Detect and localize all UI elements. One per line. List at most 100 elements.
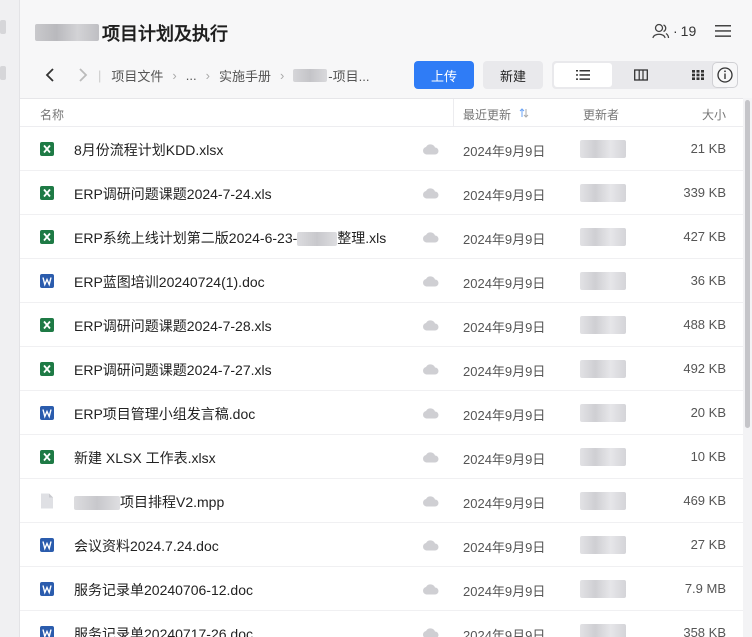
file-name[interactable]: ERP系统上线计划第二版2024-6-23- 整理.xls bbox=[74, 228, 386, 248]
member-separator: · bbox=[673, 23, 678, 39]
file-size: 488 KB bbox=[683, 317, 726, 332]
updater-redacted bbox=[580, 404, 626, 422]
column-view-button[interactable] bbox=[612, 63, 670, 87]
file-name-text: ERP调研问题课题2024-7-27.xls bbox=[74, 362, 272, 378]
chevron-right-icon: › bbox=[279, 68, 285, 83]
file-size: 339 KB bbox=[683, 185, 726, 200]
updater-redacted bbox=[580, 228, 626, 246]
file-name[interactable]: 服务记录单20240706-12.doc bbox=[74, 580, 253, 600]
modified-date: 2024年9月9日 bbox=[463, 320, 546, 335]
modified-date: 2024年9月9日 bbox=[463, 496, 546, 511]
file-row[interactable]: 服务记录单20240706-12.doc 2024年9月9日 7.9 MB bbox=[20, 567, 743, 611]
breadcrumb-item[interactable]: ... bbox=[186, 68, 197, 83]
header: 项目计划及执行 · 19 bbox=[20, 0, 752, 58]
info-icon bbox=[717, 67, 733, 83]
file-size: 10 KB bbox=[690, 449, 726, 464]
sidebar-marker bbox=[0, 20, 6, 34]
file-name-redacted bbox=[297, 232, 338, 247]
chevron-right-icon: › bbox=[172, 68, 177, 83]
file-name-text: ERP项目管理小组发言稿.doc bbox=[74, 406, 256, 422]
updater-redacted bbox=[580, 184, 626, 202]
updater-redacted bbox=[580, 272, 626, 290]
column-header-name[interactable]: 名称 bbox=[40, 106, 64, 123]
left-sidebar-strip bbox=[0, 0, 20, 637]
file-name[interactable]: ERP项目管理小组发言稿.doc bbox=[74, 404, 255, 424]
file-row[interactable]: ERP调研问题课题2024-7-27.xls 2024年9月9日 492 KB bbox=[20, 347, 743, 391]
updater-redacted bbox=[580, 580, 626, 598]
file-name[interactable]: 服务记录单20240717-26.doc bbox=[74, 624, 253, 637]
file-name[interactable]: 会议资料2024.7.24.doc bbox=[74, 536, 219, 556]
file-size: 7.9 MB bbox=[684, 581, 726, 596]
file-row[interactable]: 新建 XLSX 工作表.xlsx 2024年9月9日 10 KB bbox=[20, 435, 743, 479]
word-file-icon bbox=[40, 538, 54, 552]
file-row[interactable]: 项目排程V2.mpp 2024年9月9日 469 KB bbox=[20, 479, 743, 523]
file-row[interactable]: 服务记录单20240717-26.doc 2024年9月9日 358 KB bbox=[20, 611, 743, 637]
updater-redacted bbox=[580, 360, 626, 378]
file-row[interactable]: ERP调研问题课题2024-7-28.xls 2024年9月9日 488 KB bbox=[20, 303, 743, 347]
excel-file-icon bbox=[40, 142, 54, 156]
upload-button[interactable]: 上传 bbox=[414, 61, 474, 89]
updater-redacted bbox=[580, 624, 626, 637]
file-row[interactable]: ERP项目管理小组发言稿.doc 2024年9月9日 20 KB bbox=[20, 391, 743, 435]
column-divider bbox=[453, 99, 454, 127]
view-mode-switcher bbox=[552, 61, 729, 89]
back-arrow-icon[interactable] bbox=[42, 66, 60, 84]
file-name[interactable]: 8月份流程计划KDD.xlsx bbox=[74, 140, 223, 160]
members-button[interactable]: · 19 bbox=[652, 23, 696, 39]
file-size: 358 KB bbox=[683, 625, 726, 637]
sort-icon[interactable] bbox=[519, 108, 529, 118]
breadcrumb-divider: | bbox=[98, 68, 102, 83]
excel-file-icon bbox=[40, 318, 54, 332]
file-name-text: 整理.xls bbox=[337, 230, 387, 246]
toolbar: | 项目文件 › ... › 实施手册 › -项目... 上传 新建 bbox=[20, 58, 752, 98]
modified-date: 2024年9月9日 bbox=[463, 276, 546, 291]
breadcrumb-redacted bbox=[293, 69, 328, 82]
file-row[interactable]: ERP调研问题课题2024-7-24.xls 2024年9月9日 339 KB bbox=[20, 171, 743, 215]
forward-arrow-icon[interactable] bbox=[74, 66, 92, 84]
breadcrumb-item[interactable]: 项目文件 bbox=[111, 66, 163, 85]
cloud-sync-icon bbox=[423, 452, 439, 463]
column-header-updater[interactable]: 更新者 bbox=[583, 106, 619, 123]
file-row[interactable]: 8月份流程计划KDD.xlsx 2024年9月9日 21 KB bbox=[20, 127, 743, 171]
modified-date: 2024年9月9日 bbox=[463, 364, 546, 379]
file-name[interactable]: ERP调研问题课题2024-7-28.xls bbox=[74, 316, 272, 336]
new-button[interactable]: 新建 bbox=[483, 61, 543, 89]
sidebar-marker bbox=[0, 66, 6, 80]
file-row[interactable]: ERP系统上线计划第二版2024-6-23- 整理.xls 2024年9月9日 427… bbox=[20, 215, 743, 259]
excel-file-icon bbox=[40, 362, 54, 376]
breadcrumb-item[interactable]: -项目... bbox=[328, 66, 369, 85]
file-row[interactable]: 会议资料2024.7.24.doc 2024年9月9日 27 KB bbox=[20, 523, 743, 567]
file-size: 20 KB bbox=[690, 405, 726, 420]
file-name[interactable]: 项目排程V2.mpp bbox=[74, 492, 224, 512]
modified-date: 2024年9月9日 bbox=[463, 628, 546, 637]
file-name[interactable]: ERP调研问题课题2024-7-27.xls bbox=[74, 360, 272, 380]
scrollbar-thumb[interactable] bbox=[745, 100, 750, 428]
file-size: 27 KB bbox=[690, 537, 726, 552]
column-headers: 名称 最近更新 更新者 大小 bbox=[20, 99, 743, 127]
word-file-icon bbox=[40, 626, 54, 637]
member-count: 19 bbox=[680, 23, 697, 39]
file-name[interactable]: 新建 XLSX 工作表.xlsx bbox=[74, 448, 216, 468]
column-header-modified[interactable]: 最近更新 bbox=[463, 106, 511, 123]
info-button[interactable] bbox=[712, 62, 738, 88]
file-name[interactable]: ERP调研问题课题2024-7-24.xls bbox=[74, 184, 272, 204]
file-row[interactable]: ERP蓝图培训20240724(1).doc 2024年9月9日 36 KB bbox=[20, 259, 743, 303]
excel-file-icon bbox=[40, 450, 54, 464]
file-size: 21 KB bbox=[690, 141, 726, 156]
list-view-icon bbox=[575, 70, 590, 80]
excel-file-icon bbox=[40, 230, 54, 244]
file-list: 名称 最近更新 更新者 大小 8月份流程计划KDD.xlsx 2024年9月9日 2… bbox=[20, 98, 743, 637]
breadcrumb-item[interactable]: 实施手册 bbox=[219, 66, 271, 85]
cloud-sync-icon bbox=[423, 188, 439, 199]
cloud-sync-icon bbox=[423, 276, 439, 287]
cloud-sync-icon bbox=[423, 320, 439, 331]
column-header-size[interactable]: 大小 bbox=[702, 106, 726, 123]
file-name[interactable]: ERP蓝图培训20240724(1).doc bbox=[74, 272, 265, 292]
breadcrumb: | 项目文件 › ... › 实施手册 › -项目... bbox=[98, 66, 369, 85]
file-size: 36 KB bbox=[690, 273, 726, 288]
modified-date: 2024年9月9日 bbox=[463, 232, 546, 247]
column-view-icon bbox=[633, 69, 648, 81]
members-icon bbox=[652, 23, 670, 39]
list-view-button[interactable] bbox=[554, 63, 612, 87]
menu-icon[interactable] bbox=[715, 24, 731, 38]
